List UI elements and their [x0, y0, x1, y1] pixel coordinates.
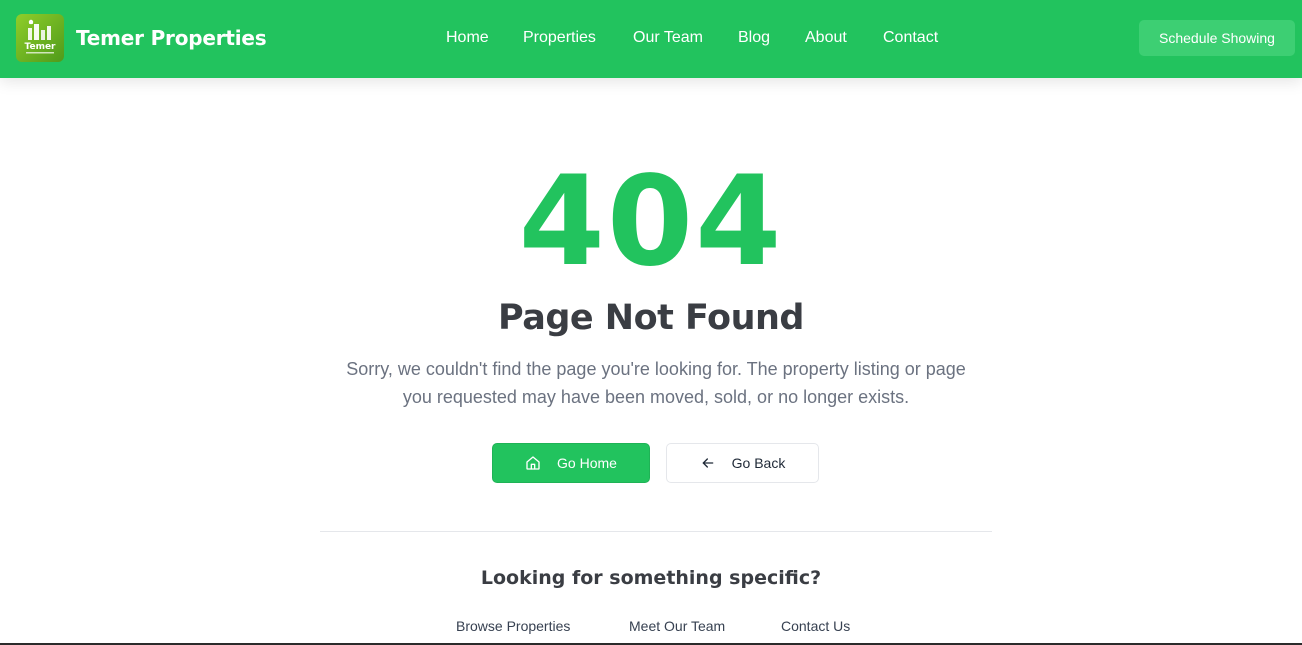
- home-icon: [526, 456, 540, 470]
- nav-about[interactable]: About: [805, 29, 847, 47]
- go-back-button[interactable]: Go Back: [666, 443, 819, 483]
- section-divider: [320, 531, 992, 532]
- link-browse-properties[interactable]: Browse Properties: [456, 618, 570, 634]
- nav-our-team[interactable]: Our Team: [633, 29, 703, 47]
- nav-properties[interactable]: Properties: [523, 29, 596, 47]
- error-code: 404: [518, 150, 784, 294]
- go-back-label: Go Back: [731, 455, 786, 471]
- nav-blog[interactable]: Blog: [738, 29, 770, 47]
- go-home-label: Go Home: [557, 455, 617, 471]
- go-home-button[interactable]: Go Home: [492, 443, 650, 483]
- page-title: Page Not Found: [498, 298, 804, 338]
- top-navbar: Temer Temer Properties Home Properties O…: [0, 0, 1302, 78]
- arrow-left-icon: [702, 458, 713, 468]
- error-message: Sorry, we couldn't find the page you're …: [346, 359, 966, 407]
- link-meet-our-team[interactable]: Meet Our Team: [629, 618, 725, 634]
- link-contact-us[interactable]: Contact Us: [781, 618, 850, 634]
- main-nav: Home Properties Our Team Blog About Cont…: [0, 29, 1302, 49]
- nav-home[interactable]: Home: [446, 29, 489, 47]
- suggestions-title: Looking for something specific?: [480, 567, 822, 589]
- schedule-showing-button[interactable]: Schedule Showing: [1139, 20, 1295, 56]
- nav-contact[interactable]: Contact: [883, 29, 938, 47]
